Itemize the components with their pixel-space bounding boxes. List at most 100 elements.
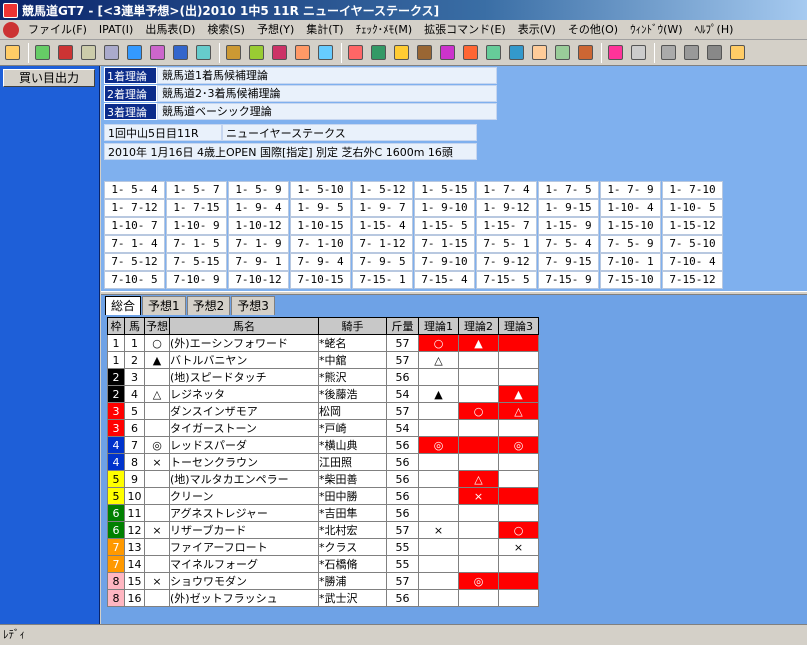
theory-value[interactable]: 競馬道1着馬候補理論	[157, 67, 497, 84]
combo-cell[interactable]: 1- 7- 9	[600, 181, 661, 199]
table-row[interactable]: 1 2 ▲ バトルバニヤン *中舘 57 △	[107, 351, 539, 369]
combo-cell[interactable]: 7- 5- 1	[476, 235, 537, 253]
tab-0[interactable]: 総合	[105, 296, 142, 315]
toolbar-tool-19-icon[interactable]	[460, 43, 480, 63]
combo-cell[interactable]: 7-10-15	[290, 271, 351, 289]
combo-cell[interactable]: 1- 9-15	[538, 199, 599, 217]
combo-cell[interactable]: 1- 5- 7	[166, 181, 227, 199]
toolbar-tool-23-icon[interactable]	[552, 43, 572, 63]
toolbar-tool-7-icon[interactable]	[170, 43, 190, 63]
combo-cell[interactable]: 7- 5- 9	[600, 235, 661, 253]
toolbar-tool-20-icon[interactable]	[483, 43, 503, 63]
toolbar-tool-4-icon[interactable]	[101, 43, 121, 63]
combo-cell[interactable]: 7- 5-10	[662, 235, 723, 253]
toolbar-tool-26-icon[interactable]	[628, 43, 648, 63]
combo-cell[interactable]: 1- 7-15	[166, 199, 227, 217]
toolbar-tool-17-icon[interactable]	[414, 43, 434, 63]
combo-cell[interactable]: 7- 1- 4	[104, 235, 165, 253]
combo-cell[interactable]: 1- 5-10	[290, 181, 351, 199]
table-row[interactable]: 3 6 タイガーストーン *戸崎 54	[107, 419, 539, 437]
combo-cell[interactable]: 1-10-12	[228, 217, 289, 235]
toolbar-tool-9-icon[interactable]	[223, 43, 243, 63]
tab-1[interactable]: 予想1	[142, 296, 186, 315]
combo-cell[interactable]: 7-15-10	[600, 271, 661, 289]
table-row[interactable]: 4 7 ◎ レッドスパーダ *横山典 56 ◎ ◎	[107, 436, 539, 454]
combo-cell[interactable]: 1- 7-12	[104, 199, 165, 217]
combo-cell[interactable]: 1-15-10	[600, 217, 661, 235]
menu-item-3[interactable]: 検索(S)	[201, 20, 251, 40]
toolbar-tool-0-icon[interactable]	[2, 43, 22, 63]
combo-cell[interactable]: 7-10-12	[228, 271, 289, 289]
combo-cell[interactable]: 7- 9- 5	[352, 253, 413, 271]
combo-cell[interactable]: 7-15- 5	[476, 271, 537, 289]
table-row[interactable]: 1 1 ○ (外)エーシンフォワード *蛯名 57 ○ ▲	[107, 334, 539, 352]
column-header-2[interactable]: 予想	[144, 317, 170, 335]
combo-cell[interactable]: 7- 1-12	[352, 235, 413, 253]
combo-cell[interactable]: 1- 9-10	[414, 199, 475, 217]
toolbar-tool-1-icon[interactable]	[32, 43, 52, 63]
column-header-3[interactable]: 馬名	[169, 317, 319, 335]
combo-cell[interactable]: 7- 9-15	[538, 253, 599, 271]
toolbar-tool-24-icon[interactable]	[575, 43, 595, 63]
combo-cell[interactable]: 1-10- 4	[600, 199, 661, 217]
table-row[interactable]: 7 13 ファイアーフロート *クラス 55 ×	[107, 538, 539, 556]
combo-cell[interactable]: 1-15- 9	[538, 217, 599, 235]
combo-cell[interactable]: 1- 9-12	[476, 199, 537, 217]
document-icon[interactable]	[3, 21, 19, 38]
combo-cell[interactable]: 1- 5-15	[414, 181, 475, 199]
toolbar-tool-29-icon[interactable]	[704, 43, 724, 63]
table-row[interactable]: 2 4 △ レジネッタ *後藤浩 54 ▲ ▲	[107, 385, 539, 403]
menu-item-11[interactable]: ﾍﾙﾌﾟ(H)	[689, 20, 740, 40]
combo-cell[interactable]: 7- 5-12	[104, 253, 165, 271]
table-row[interactable]: 6 12 × リザーブカード *北村宏 57 × ○	[107, 521, 539, 539]
toolbar-tool-11-icon[interactable]	[269, 43, 289, 63]
table-row[interactable]: 7 14 マイネルフォーグ *石橋脩 55	[107, 555, 539, 573]
tab-3[interactable]: 予想3	[231, 296, 275, 315]
pane-splitter[interactable]	[101, 291, 807, 295]
menu-item-6[interactable]: ﾁｪｯｸ･ﾒﾓ(M)	[350, 20, 419, 40]
combo-cell[interactable]: 1-10- 9	[166, 217, 227, 235]
combo-cell[interactable]: 1-10- 5	[662, 199, 723, 217]
toolbar-tool-28-icon[interactable]	[681, 43, 701, 63]
table-row[interactable]: 8 16 (外)ゼットフラッシュ *武士沢 56	[107, 589, 539, 607]
combo-cell[interactable]: 7-15- 4	[414, 271, 475, 289]
column-header-8[interactable]: 理論3	[498, 317, 539, 335]
table-row[interactable]: 5 10 クリーン *田中勝 56 ×	[107, 487, 539, 505]
combo-cell[interactable]: 1- 7-10	[662, 181, 723, 199]
menu-item-10[interactable]: ｳｨﾝﾄﾞｳ(W)	[624, 20, 688, 40]
toolbar-tool-3-icon[interactable]	[78, 43, 98, 63]
column-header-4[interactable]: 騎手	[318, 317, 387, 335]
combo-cell[interactable]: 1-10- 7	[104, 217, 165, 235]
toolbar-tool-27-icon[interactable]	[658, 43, 678, 63]
toolbar-tool-12-icon[interactable]	[292, 43, 312, 63]
combo-cell[interactable]: 7- 5-15	[166, 253, 227, 271]
table-row[interactable]: 2 3 (地)スピードタッチ *熊沢 56	[107, 368, 539, 386]
menu-item-4[interactable]: 予想(Y)	[251, 20, 300, 40]
combo-cell[interactable]: 7- 9- 1	[228, 253, 289, 271]
toolbar-tool-15-icon[interactable]	[368, 43, 388, 63]
menu-item-9[interactable]: その他(O)	[562, 20, 624, 40]
combo-cell[interactable]: 7- 5- 4	[538, 235, 599, 253]
tab-2[interactable]: 予想2	[186, 296, 231, 315]
buy-output-button[interactable]: 買い目出力	[3, 69, 95, 87]
column-header-7[interactable]: 理論2	[458, 317, 499, 335]
table-row[interactable]: 4 8 × トーセンクラウン 江田照 56	[107, 453, 539, 471]
column-header-6[interactable]: 理論1	[418, 317, 459, 335]
toolbar-tool-10-icon[interactable]	[246, 43, 266, 63]
table-row[interactable]: 8 15 × ショウワモダン *勝浦 57 ◎	[107, 572, 539, 590]
combo-cell[interactable]: 7- 1-15	[414, 235, 475, 253]
combo-cell[interactable]: 7-10- 1	[600, 253, 661, 271]
combo-cell[interactable]: 1-15- 4	[352, 217, 413, 235]
combo-cell[interactable]: 1- 7- 4	[476, 181, 537, 199]
table-row[interactable]: 5 9 (地)マルタカエンペラー *柴田善 56 △	[107, 470, 539, 488]
table-row[interactable]: 3 5 ダンスインザモア 松岡 57 ○ △	[107, 402, 539, 420]
toolbar-tool-2-icon[interactable]	[55, 43, 75, 63]
menu-item-8[interactable]: 表示(V)	[512, 20, 562, 40]
theory-value[interactable]: 競馬道ベーシック理論	[157, 103, 497, 120]
theory-value[interactable]: 競馬道2･3着馬候補理論	[157, 85, 497, 102]
menu-item-2[interactable]: 出馬表(D)	[139, 20, 201, 40]
column-header-0[interactable]: 枠	[107, 317, 125, 335]
combo-cell[interactable]: 1- 7- 5	[538, 181, 599, 199]
combo-cell[interactable]: 1- 5- 4	[104, 181, 165, 199]
combo-cell[interactable]: 1- 5-12	[352, 181, 413, 199]
